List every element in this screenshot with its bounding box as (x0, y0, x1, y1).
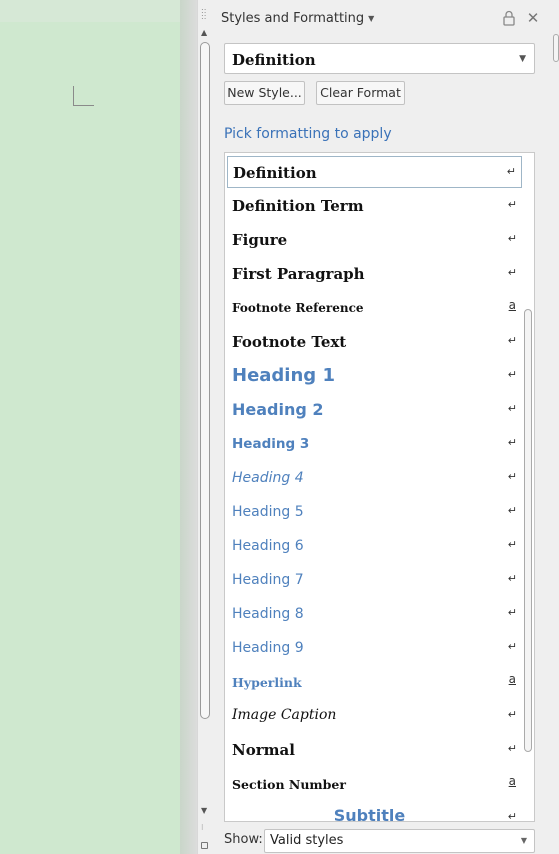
style-item-label: Heading 7 (232, 572, 304, 588)
navigation-toggle-icon[interactable] (201, 842, 208, 849)
style-item-definition[interactable]: Definition ↵ (227, 156, 522, 188)
style-item-label: Heading 8 (232, 606, 304, 622)
style-item-first-paragraph[interactable]: First Paragraph ↵ (227, 258, 522, 290)
style-item-label: Heading 6 (232, 538, 304, 554)
styles-list-scrollbar-thumb[interactable] (524, 309, 532, 752)
return-arrow-icon: ↵ (507, 266, 517, 279)
return-arrow-icon: ↵ (507, 504, 517, 517)
style-item-heading-2[interactable]: Heading 2 ↵ (227, 394, 522, 426)
current-style-value: Definition (232, 51, 316, 69)
return-arrow-icon: ↵ (507, 640, 517, 653)
document-area[interactable] (0, 0, 197, 854)
style-item-footnote-reference[interactable]: Footnote Reference a (227, 292, 522, 324)
pick-formatting-label: Pick formatting to apply (224, 126, 392, 142)
style-item-figure[interactable]: Figure ↵ (227, 224, 522, 256)
style-item-label: Heading 9 (232, 640, 304, 656)
document-top-margin (0, 0, 197, 22)
apply-style-dropdown[interactable]: Definition ▼ (224, 43, 535, 74)
page-nav-icon[interactable]: ⁝ (201, 823, 204, 832)
style-item-definition-term[interactable]: Definition Term ↵ (227, 190, 522, 222)
return-arrow-icon: ↵ (507, 572, 517, 585)
style-item-label: Hyperlink (232, 675, 302, 690)
lock-icon[interactable] (502, 10, 516, 26)
style-item-footnote-text[interactable]: Footnote Text ↵ (227, 326, 522, 358)
style-item-label: Figure (232, 231, 288, 249)
return-arrow-icon: ↵ (507, 232, 517, 245)
style-item-label: Heading 5 (232, 504, 304, 520)
style-item-label: Image Caption (232, 707, 337, 723)
style-item-heading-6[interactable]: Heading 6 ↵ (227, 530, 522, 562)
return-arrow-icon: ↵ (507, 334, 517, 347)
document-page[interactable] (0, 22, 180, 854)
return-arrow-icon: ↵ (507, 708, 517, 721)
style-item-label: Subtitle (333, 806, 406, 822)
scrollbar-grip-icon: :::: (201, 6, 207, 21)
style-item-label: Definition (233, 164, 317, 182)
underlined-a-icon: a (508, 298, 516, 312)
return-arrow-icon: ↵ (507, 368, 517, 381)
page-shadow (180, 0, 197, 854)
underlined-a-icon: a (508, 774, 516, 788)
style-item-section-number[interactable]: Section Number a (227, 768, 522, 800)
show-label: Show: (224, 832, 263, 847)
style-item-heading-1[interactable]: Heading 1 ↵ (227, 360, 522, 392)
new-style-button[interactable]: New Style... (224, 81, 305, 105)
return-arrow-icon: ↵ (507, 436, 517, 449)
close-icon[interactable]: ✕ (526, 10, 540, 26)
return-arrow-icon: ↵ (507, 742, 517, 755)
return-arrow-icon: ↵ (507, 198, 517, 211)
return-arrow-icon: ↵ (507, 810, 517, 822)
style-item-heading-3[interactable]: Heading 3 ↵ (227, 428, 522, 460)
style-item-heading-8[interactable]: Heading 8 ↵ (227, 598, 522, 630)
scroll-down-arrow-icon[interactable]: ▼ (201, 806, 207, 815)
chevron-down-icon: ▼ (368, 14, 375, 23)
style-item-heading-4[interactable]: Heading 4 ↵ (227, 462, 522, 494)
styles-sidebar: Styles and Formatting ▼ ✕ Definition ▼ Ne… (212, 0, 559, 854)
style-item-normal[interactable]: Normal ↵ (227, 734, 522, 766)
return-arrow-icon: ↵ (507, 470, 517, 483)
style-item-label: Heading 4 (232, 470, 304, 486)
sidebar-scrollbar-thumb[interactable] (553, 34, 559, 62)
text-boundary-corner-mark (73, 86, 94, 106)
underlined-a-icon: a (508, 672, 516, 686)
style-item-label: Heading 1 (232, 365, 335, 386)
document-vertical-scrollbar[interactable]: :::: ▲ ▼ ⁝ (197, 0, 212, 854)
style-item-label: Heading 2 (232, 400, 324, 419)
style-item-heading-5[interactable]: Heading 5 ↵ (227, 496, 522, 528)
sidebar-title: Styles and Formatting (221, 11, 365, 26)
style-item-hyperlink[interactable]: Hyperlink a (227, 666, 522, 698)
scroll-up-arrow-icon[interactable]: ▲ (201, 28, 207, 37)
clear-format-button[interactable]: Clear Format (316, 81, 405, 105)
styles-list[interactable]: Definition ↵ Definition Term ↵ Figure ↵ … (224, 152, 535, 822)
return-arrow-icon: ↵ (507, 606, 517, 619)
style-item-label: Section Number (232, 777, 346, 792)
scrollbar-thumb[interactable] (200, 42, 210, 719)
style-item-heading-9[interactable]: Heading 9 ↵ (227, 632, 522, 664)
chevron-down-icon: ▼ (520, 836, 527, 845)
style-item-subtitle[interactable]: Subtitle ↵ (227, 802, 522, 822)
show-filter-value: Valid styles (270, 833, 344, 848)
return-arrow-icon: ↵ (506, 165, 516, 178)
style-item-label: Footnote Text (232, 333, 347, 351)
style-item-label: Heading 3 (232, 436, 310, 452)
style-item-label: Definition Term (232, 197, 364, 215)
style-item-label: First Paragraph (232, 265, 365, 283)
return-arrow-icon: ↵ (507, 402, 517, 415)
show-filter-dropdown[interactable]: Valid styles ▼ (264, 829, 535, 853)
style-item-label: Normal (232, 741, 295, 759)
style-item-label: Footnote Reference (232, 301, 364, 315)
chevron-down-icon: ▼ (519, 54, 526, 64)
style-item-image-caption[interactable]: Image Caption ↵ (227, 700, 522, 732)
return-arrow-icon: ↵ (507, 538, 517, 551)
sidebar-title-menu[interactable]: Styles and Formatting ▼ (221, 11, 374, 26)
style-item-heading-7[interactable]: Heading 7 ↵ (227, 564, 522, 596)
